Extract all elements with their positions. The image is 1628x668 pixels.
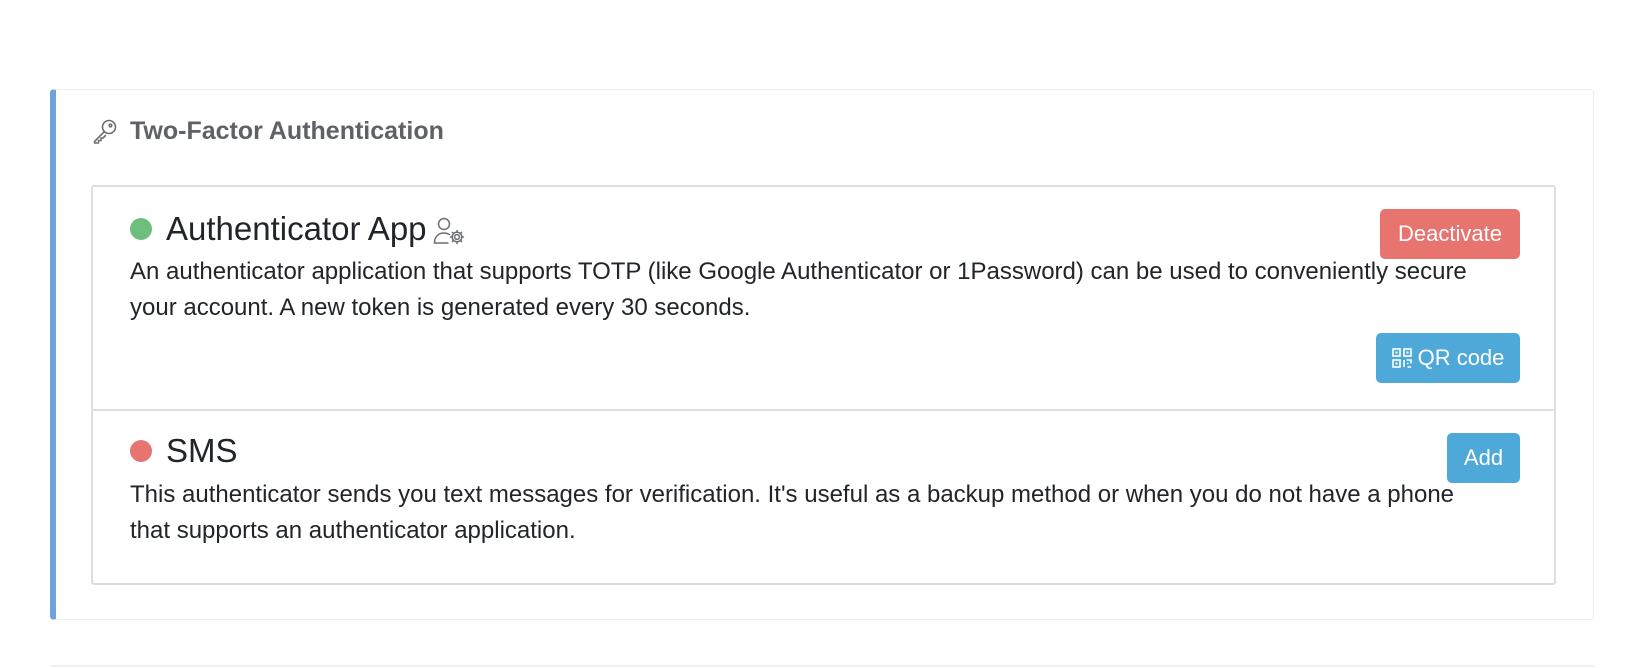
method-header: Authenticator App: [130, 209, 467, 249]
method-description: This authenticator sends you text messag…: [130, 481, 1455, 544]
qr-code-button[interactable]: QR code: [1376, 333, 1520, 383]
divider: [50, 665, 1594, 667]
qr-code-label: QR code: [1417, 345, 1505, 370]
two-factor-card: Two-Factor Authentication Authenticator …: [50, 89, 1594, 620]
page: Two-Factor Authentication Authenticator …: [0, 0, 1628, 668]
method-header: SMS: [130, 431, 238, 471]
status-dot-active: [130, 218, 152, 240]
add-sms-button[interactable]: Add: [1447, 433, 1520, 483]
method-name: Authenticator App: [166, 210, 427, 247]
card-header: Two-Factor Authentication: [90, 114, 444, 148]
method-sms: SMS Add This authenticator sends you tex…: [93, 411, 1554, 583]
user-gear-icon: [433, 216, 467, 246]
method-description: An authenticator application that suppor…: [130, 258, 1467, 321]
key-icon: [90, 116, 120, 146]
qr-code-icon: [1391, 348, 1412, 368]
status-dot-inactive: [130, 440, 152, 462]
deactivate-button[interactable]: Deactivate: [1380, 209, 1520, 259]
method-authenticator-app: Authenticator App Deactivate An authenti…: [93, 187, 1554, 411]
methods-list: Authenticator App Deactivate An authenti…: [91, 185, 1556, 585]
method-name: SMS: [166, 432, 238, 469]
card-title: Two-Factor Authentication: [130, 116, 444, 145]
